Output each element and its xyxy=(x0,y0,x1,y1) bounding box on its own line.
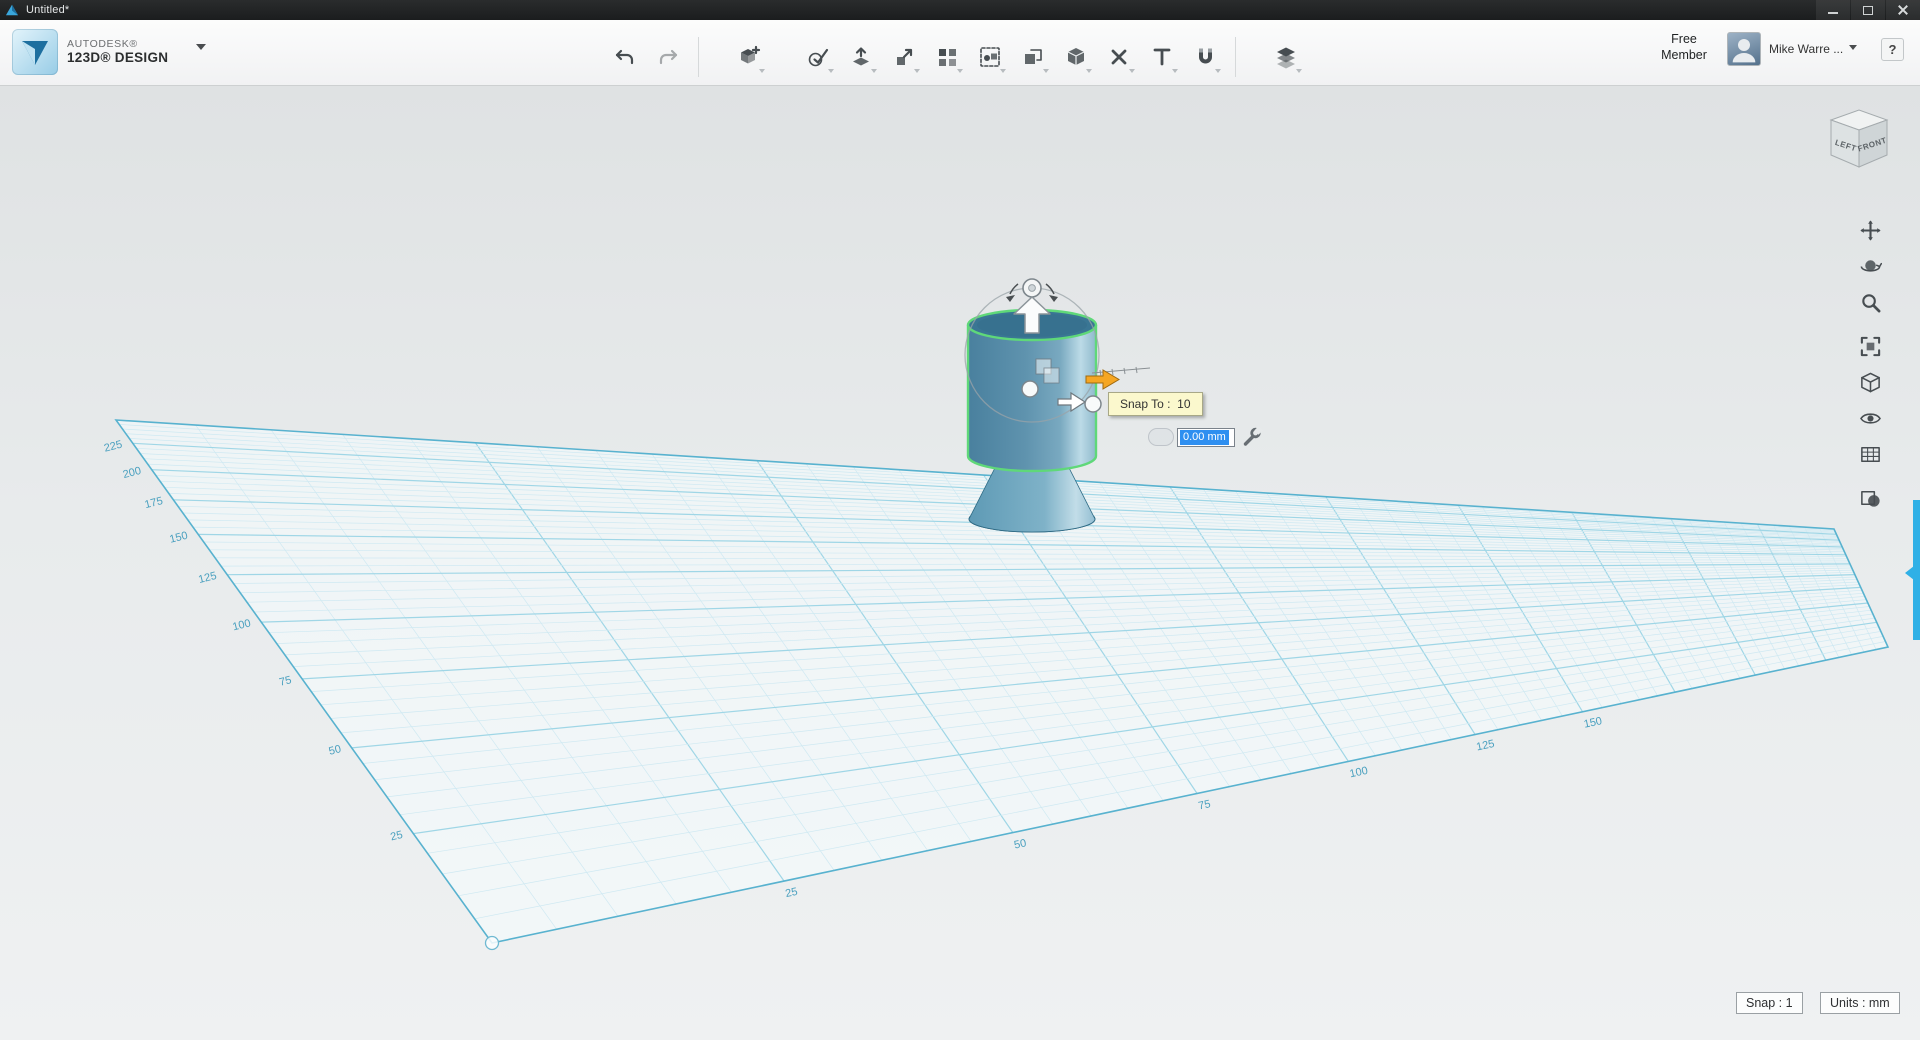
dimension-value: 0.00 mm xyxy=(1180,430,1229,445)
axis-label: 75 xyxy=(1197,798,1211,812)
tool-primitives[interactable] xyxy=(736,42,762,72)
nav-zoom[interactable] xyxy=(1856,288,1884,316)
side-panel-tab[interactable] xyxy=(1913,500,1920,640)
window-title: Untitled* xyxy=(26,4,69,16)
tool-delete[interactable] xyxy=(1106,42,1132,72)
nav-zoom-fit[interactable] xyxy=(1856,332,1884,360)
brand-autodesk: AUTODESK® xyxy=(67,38,168,50)
axis-label: 50 xyxy=(1013,837,1027,851)
axis-label: 175 xyxy=(143,495,164,511)
side-handle[interactable] xyxy=(1085,396,1101,412)
axis-label: 225 xyxy=(103,439,124,455)
brand: AUTODESK® 123D® DESIGN xyxy=(12,29,168,75)
close-button[interactable] xyxy=(1886,0,1920,20)
axis-label: 150 xyxy=(168,530,189,546)
brand-product: 123D® DESIGN xyxy=(67,50,168,66)
app-menu-caret-icon[interactable] xyxy=(196,44,206,55)
tool-construct[interactable] xyxy=(848,42,874,72)
tool-redo[interactable] xyxy=(655,42,681,72)
maximize-button[interactable] xyxy=(1851,0,1885,20)
application-window: Untitled* AUTODESK® 123D® DESIGN Free Me… xyxy=(0,0,1920,1040)
axis-label: 200 xyxy=(122,465,143,481)
minimize-button[interactable] xyxy=(1816,0,1850,20)
user-name: Mike Warre ... xyxy=(1769,42,1843,56)
units-status[interactable]: Units : mm xyxy=(1820,992,1900,1014)
grid-origin xyxy=(486,937,499,950)
toolbar-separator xyxy=(1235,37,1236,77)
toolbar: AUTODESK® 123D® DESIGN Free Member Mike … xyxy=(0,20,1920,86)
tool-snap[interactable] xyxy=(1192,42,1218,72)
center-handle[interactable] xyxy=(1022,381,1038,397)
tool-grouping[interactable] xyxy=(977,42,1003,72)
axis-label: 25 xyxy=(389,829,404,844)
nav-orbit[interactable] xyxy=(1856,252,1884,280)
main-tools xyxy=(612,37,1316,77)
window-controls xyxy=(1815,0,1920,20)
viewport-canvas[interactable]: 225 200175 150 125 100 75 50 25 25 50 75 100 125 150 xyxy=(0,86,1920,1040)
nav-material-browser[interactable] xyxy=(1856,484,1884,512)
nav-view-box[interactable] xyxy=(1856,368,1884,396)
help-button[interactable]: ? xyxy=(1881,38,1904,61)
drag-ghost xyxy=(1148,428,1174,446)
panel-arrow-icon xyxy=(1898,566,1914,580)
app-icon xyxy=(5,3,19,17)
app-logo-icon xyxy=(12,29,58,75)
tool-text[interactable] xyxy=(1149,42,1175,72)
axis-label: 100 xyxy=(231,617,252,633)
axis-label: 100 xyxy=(1349,765,1369,781)
nav-visibility[interactable] xyxy=(1856,404,1884,432)
dimension-input-row: 0.00 mm xyxy=(1148,426,1263,448)
tool-pattern[interactable] xyxy=(934,42,960,72)
axis-label: 25 xyxy=(784,886,798,900)
avatar xyxy=(1727,32,1761,66)
toolbar-separator xyxy=(698,37,699,77)
axis-label: 75 xyxy=(278,674,293,689)
scene: 225 200175 150 125 100 75 50 25 25 50 75 100 125 150 xyxy=(0,86,1920,1040)
membership-status: Free Member xyxy=(1648,32,1720,63)
tool-combine[interactable] xyxy=(1020,42,1046,72)
tool-measure[interactable] xyxy=(1063,42,1089,72)
user-menu[interactable]: Mike Warre ... xyxy=(1727,32,1857,66)
axis-label: 125 xyxy=(197,570,218,586)
nav-pan[interactable] xyxy=(1856,216,1884,244)
axis-label: 150 xyxy=(1583,715,1603,731)
chevron-down-icon xyxy=(1849,45,1857,54)
axis-label: 50 xyxy=(328,743,343,758)
view-cube[interactable]: LEFT FRONT xyxy=(1821,103,1893,175)
snap-tooltip: Snap To : 10 xyxy=(1108,392,1203,416)
snap-status[interactable]: Snap : 1 xyxy=(1736,992,1803,1014)
dimension-input[interactable]: 0.00 mm xyxy=(1177,428,1235,447)
axis-label: 125 xyxy=(1475,738,1495,754)
tool-sketch[interactable] xyxy=(805,42,831,72)
tool-undo[interactable] xyxy=(612,42,638,72)
tool-modify[interactable] xyxy=(891,42,917,72)
title-bar: Untitled* xyxy=(0,0,1920,20)
tool-material[interactable] xyxy=(1273,42,1299,72)
navigation-toolbar xyxy=(1856,216,1884,520)
nav-grid-settings[interactable] xyxy=(1856,440,1884,468)
wrench-icon[interactable] xyxy=(1241,426,1263,448)
